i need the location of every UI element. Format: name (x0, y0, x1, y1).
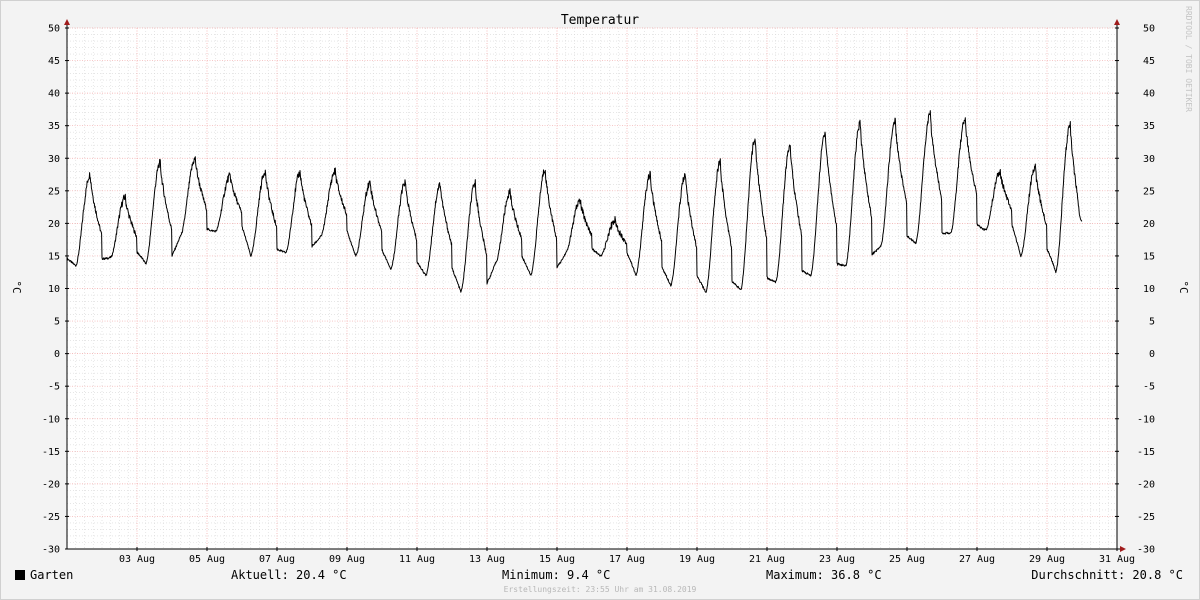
x-tick-label: 07 Aug (259, 554, 295, 565)
x-tick-label: 19 Aug (679, 554, 715, 565)
y-ticks-right: 50454035302520151050-5-10-15-20-25-30 (1115, 24, 1155, 556)
y-axis-label-left: °C (10, 280, 23, 293)
y-tick-label: 30 (1143, 154, 1155, 165)
y-tick-label: -10 (42, 414, 60, 425)
y-tick-label: 10 (48, 284, 60, 295)
y-tick-label: 50 (48, 24, 60, 35)
y-tick-label: 40 (1143, 89, 1155, 100)
y-axis-label-right: °C (1177, 280, 1190, 293)
chart-title: Temperatur (561, 13, 639, 28)
legend-average: Durchschnitt: 20.8 °C (1031, 568, 1183, 582)
x-tick-label: 17 Aug (609, 554, 645, 565)
y-tick-label: -30 (1137, 545, 1155, 556)
temperature-chart: 50454035302520151050-5-10-15-20-25-30 50… (0, 0, 1200, 600)
y-tick-label: 25 (48, 186, 60, 197)
y-tick-label: -15 (1137, 447, 1155, 458)
y-tick-label: 30 (48, 154, 60, 165)
x-tick-label: 15 Aug (539, 554, 575, 565)
y-tick-label: 5 (54, 317, 60, 328)
y-tick-label: 15 (1143, 251, 1155, 262)
y-tick-label: -5 (1143, 382, 1155, 393)
legend-current: Aktuell: 20.4 °C (231, 568, 347, 582)
y-axis-left-arrow (64, 19, 70, 25)
y-tick-label: -5 (48, 382, 60, 393)
y-tick-label: -15 (42, 447, 60, 458)
x-tick-label: 03 Aug (119, 554, 155, 565)
x-tick-label: 29 Aug (1029, 554, 1065, 565)
y-ticks-left: 50454035302520151050-5-10-15-20-25-30 (42, 24, 69, 556)
x-tick-label: 23 Aug (819, 554, 855, 565)
y-tick-label: -25 (42, 512, 60, 523)
x-ticks: 03 Aug 05 Aug 07 Aug 09 Aug 11 Aug 13 Aug 15 A… (119, 547, 1135, 565)
y-tick-label: 45 (1143, 56, 1155, 67)
legend-minimum: Minimum: 9.4 °C (502, 568, 610, 582)
x-tick-label: 13 Aug (469, 554, 505, 565)
y-tick-label: 20 (1143, 219, 1155, 230)
y-tick-label: -25 (1137, 512, 1155, 523)
y-tick-label: 5 (1149, 317, 1155, 328)
y-tick-label: 10 (1143, 284, 1155, 295)
y-tick-label: 0 (54, 349, 60, 360)
watermark: RRDTOOL / TOBI OETIKER (1184, 6, 1193, 112)
y-tick-label: 0 (1149, 349, 1155, 360)
legend-swatch (15, 570, 25, 580)
y-tick-label: 40 (48, 89, 60, 100)
y-tick-label: 45 (48, 56, 60, 67)
y-tick-label: -20 (42, 479, 60, 490)
y-tick-label: 15 (48, 251, 60, 262)
x-tick-label: 27 Aug (959, 554, 995, 565)
chart-root: 50 45 40 35 30 25 20 15 10 5 0 -5 -10 -15 -20 -25 -30 50… (0, 0, 1200, 600)
y-tick-label: 20 (48, 219, 60, 230)
y-tick-label: 50 (1143, 24, 1155, 35)
x-tick-label: 25 Aug (889, 554, 925, 565)
y-tick-label: 25 (1143, 186, 1155, 197)
y-axis-right-arrow (1114, 19, 1120, 25)
y-tick-label: -20 (1137, 479, 1155, 490)
y-tick-label: -30 (42, 545, 60, 556)
x-tick-label: 11 Aug (399, 554, 435, 565)
x-axis-arrow (1120, 546, 1126, 552)
x-tick-label: 31 Aug (1099, 554, 1135, 565)
y-tick-label: 35 (1143, 121, 1155, 132)
legend-maximum: Maximum: 36.8 °C (766, 568, 882, 582)
y-tick-label: 35 (48, 121, 60, 132)
legend-series-name: Garten (30, 568, 73, 582)
footer-timestamp: Erstellungszeit: 23:55 Uhr am 31.08.2019 (504, 585, 697, 594)
x-tick-label: 21 Aug (749, 554, 785, 565)
x-tick-label: 05 Aug (189, 554, 225, 565)
x-tick-label: 09 Aug (329, 554, 365, 565)
y-tick-label: -10 (1137, 414, 1155, 425)
